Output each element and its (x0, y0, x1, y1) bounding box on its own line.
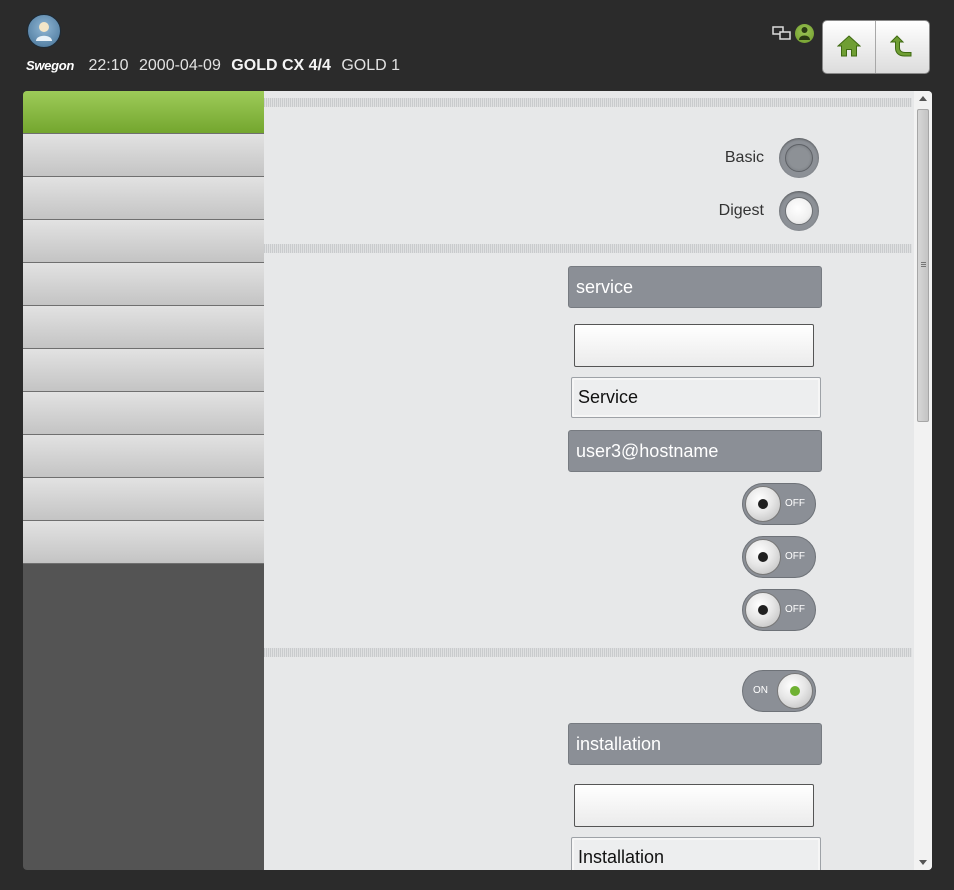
vertical-scrollbar[interactable] (914, 91, 932, 870)
service-login-field[interactable]: user3@hostname (568, 430, 822, 472)
home-icon (837, 35, 861, 57)
sidebar-item[interactable] (23, 220, 264, 263)
clock-date: 2000-04-09 (139, 57, 221, 74)
network-icon[interactable] (772, 26, 792, 41)
digest-label: Digest (718, 202, 764, 219)
sidebar-item[interactable] (23, 349, 264, 392)
basic-label: Basic (724, 149, 764, 166)
sidebar-item[interactable] (23, 263, 264, 306)
section-divider (264, 98, 912, 107)
digest-radio[interactable] (779, 191, 819, 231)
sidebar-item[interactable] (23, 478, 264, 521)
back-button[interactable] (876, 21, 928, 73)
sidebar-item[interactable] (23, 521, 264, 564)
service-toggle-3[interactable]: OFF (742, 589, 816, 631)
sidebar-item-active[interactable] (23, 91, 264, 134)
user-icon (36, 22, 52, 41)
unit-name: GOLD 1 (341, 57, 401, 74)
home-button[interactable] (823, 21, 876, 73)
sidebar-item[interactable] (23, 435, 264, 478)
installation-password-field[interactable] (574, 784, 814, 827)
service-toggle-1[interactable]: OFF (742, 483, 816, 525)
scrollbar-thumb[interactable] (917, 109, 929, 422)
unit-model: GOLD CX 4/4 (231, 57, 331, 74)
back-arrow-icon (890, 35, 912, 57)
scroll-up-icon[interactable] (919, 96, 927, 101)
installation-username-field[interactable]: installation (568, 723, 822, 765)
service-toggle-2[interactable]: OFF (742, 536, 816, 578)
sidebar-item[interactable] (23, 177, 264, 220)
installation-display-name-field[interactable]: Installation (571, 837, 821, 870)
installation-enable-toggle[interactable]: ON (742, 670, 816, 712)
swegon-logo: Swegon (26, 58, 75, 73)
settings-panel: Basic Digest service Service user3@hostn… (264, 91, 932, 870)
sidebar (23, 91, 264, 870)
section-divider (264, 648, 912, 657)
scroll-down-icon[interactable] (919, 860, 927, 865)
clock-time: 22:10 (88, 57, 129, 74)
service-password-field[interactable] (574, 324, 814, 367)
status-line: Swegon 22:10 2000-04-09 GOLD CX 4/4 GOLD… (26, 57, 406, 75)
service-display-name-field[interactable]: Service (571, 377, 821, 418)
alarm-icon[interactable] (795, 24, 814, 43)
sidebar-item[interactable] (23, 306, 264, 349)
basic-radio[interactable] (779, 138, 819, 178)
navigation-buttons (822, 20, 930, 74)
section-divider (264, 244, 912, 253)
user-button[interactable] (27, 14, 61, 48)
service-username-field[interactable]: service (568, 266, 822, 308)
sidebar-item[interactable] (23, 392, 264, 435)
sidebar-item[interactable] (23, 134, 264, 177)
